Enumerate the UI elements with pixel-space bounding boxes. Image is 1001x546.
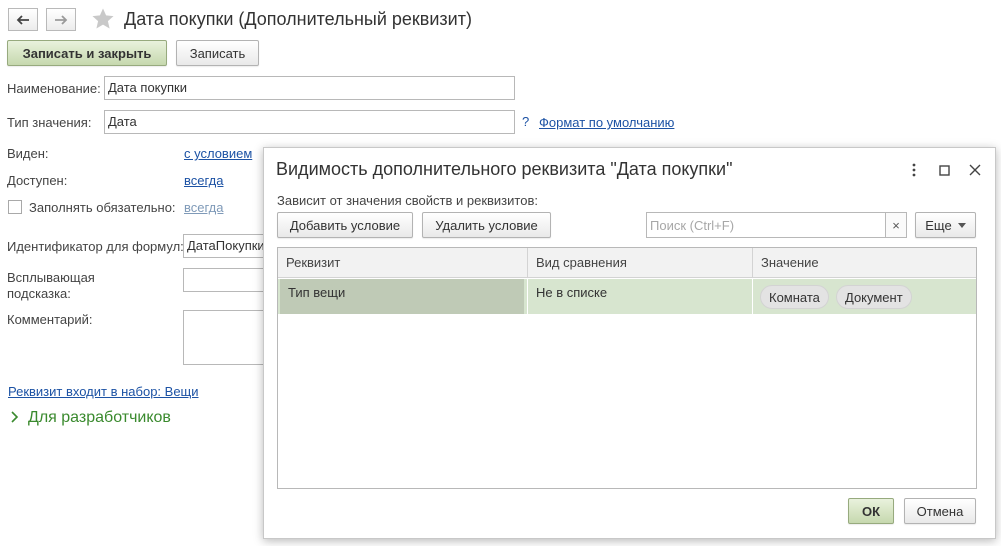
visible-label: Виден:: [7, 146, 49, 161]
dialog-title: Видимость дополнительного реквизита "Дат…: [276, 159, 733, 179]
required-link[interactable]: всегда: [184, 200, 223, 215]
back-button[interactable]: [8, 8, 38, 31]
arrow-left-icon: [16, 14, 29, 25]
comment-field[interactable]: [183, 310, 273, 365]
cancel-button[interactable]: Отмена: [904, 498, 976, 524]
conditions-table: Реквизит Вид сравнения Значение Тип вещи…: [277, 247, 977, 489]
visibility-dialog: Видимость дополнительного реквизита "Дат…: [263, 147, 996, 539]
cell-value[interactable]: Комната Документ: [753, 279, 976, 314]
column-header-comparison[interactable]: Вид сравнения: [528, 248, 752, 278]
search-placeholder: Поиск (Ctrl+F): [650, 218, 735, 233]
visible-link[interactable]: с условием: [184, 146, 252, 161]
required-label: Заполнять обязательно:: [29, 200, 176, 215]
maximize-icon[interactable]: [934, 160, 954, 180]
cell-comparison[interactable]: Не в списке: [528, 279, 752, 314]
column-header-value[interactable]: Значение: [753, 248, 976, 278]
formula-id-label: Идентификатор для формул:: [7, 239, 184, 254]
depends-label: Зависит от значения свойств и реквизитов…: [277, 193, 538, 208]
comment-label: Комментарий:: [7, 312, 93, 327]
name-label: Наименование:: [7, 81, 101, 96]
developers-section[interactable]: Для разработчиков: [28, 409, 171, 427]
available-link[interactable]: всегда: [184, 173, 223, 188]
more-button[interactable]: Еще: [915, 212, 976, 238]
page-title: Дата покупки (Дополнительный реквизит): [124, 9, 472, 29]
more-vertical-icon[interactable]: [904, 160, 924, 180]
column-header-attribute[interactable]: Реквизит: [278, 248, 527, 278]
available-label: Доступен:: [7, 173, 68, 188]
add-condition-button[interactable]: Добавить условие: [277, 212, 413, 238]
value-chip[interactable]: Комната: [760, 285, 829, 309]
cell-attribute[interactable]: Тип вещи: [280, 279, 524, 314]
chevron-right-icon[interactable]: [10, 410, 24, 426]
formula-id-field[interactable]: ДатаПокупки: [183, 234, 273, 258]
chevron-down-icon: [957, 222, 966, 228]
ok-button[interactable]: ОК: [848, 498, 894, 524]
search-input[interactable]: Поиск (Ctrl+F): [646, 212, 886, 238]
default-format-link[interactable]: Формат по умолчанию: [539, 115, 674, 130]
save-and-close-button[interactable]: Записать и закрыть: [7, 40, 167, 66]
attribute-set-link[interactable]: Реквизит входит в набор: Вещи: [8, 384, 199, 399]
tooltip-label-line1: Всплывающая: [7, 270, 95, 285]
tooltip-field[interactable]: [183, 268, 273, 292]
close-icon[interactable]: [965, 160, 985, 180]
more-label: Еще: [925, 217, 952, 233]
name-field[interactable]: Дата покупки: [104, 76, 515, 100]
tooltip-label-line2: подсказка:: [7, 286, 71, 301]
required-checkbox[interactable]: [8, 200, 22, 214]
arrow-right-icon: [55, 14, 68, 25]
remove-condition-button[interactable]: Удалить условие: [422, 212, 551, 238]
help-icon[interactable]: ?: [522, 114, 529, 129]
type-field[interactable]: Дата: [104, 110, 515, 134]
value-chip[interactable]: Документ: [836, 285, 912, 309]
save-button[interactable]: Записать: [176, 40, 259, 66]
clear-search-button[interactable]: ×: [885, 212, 907, 238]
forward-button[interactable]: [46, 8, 76, 31]
favorite-star-icon[interactable]: [91, 7, 115, 31]
type-label: Тип значения:: [7, 115, 92, 130]
